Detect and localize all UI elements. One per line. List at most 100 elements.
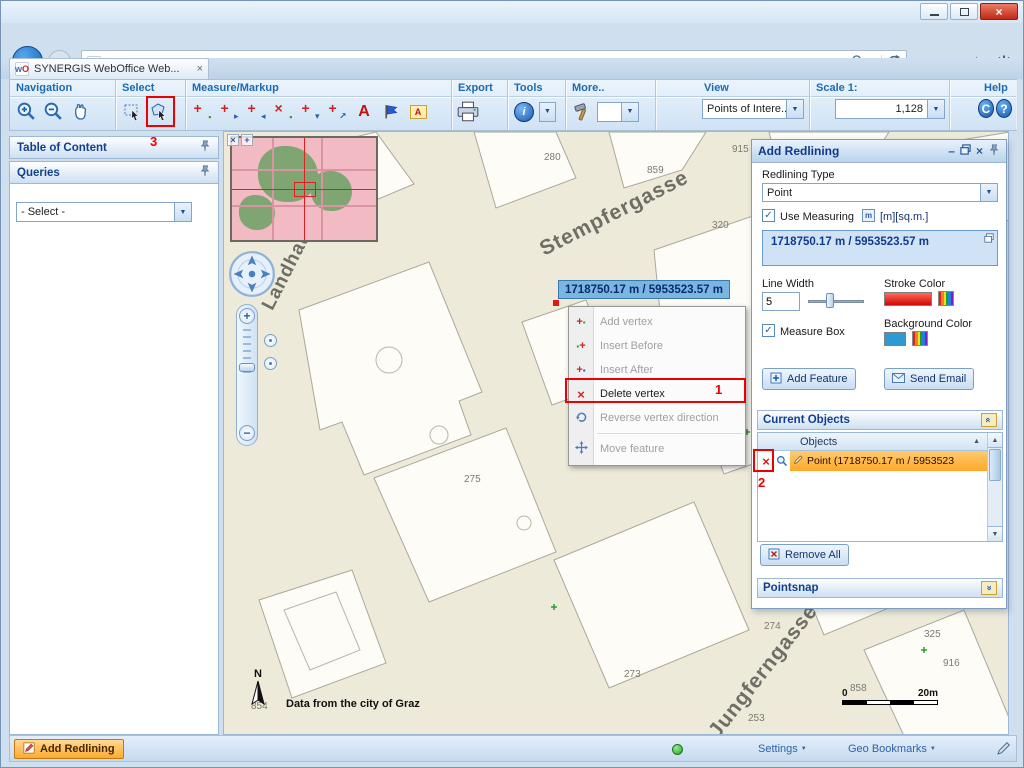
- panel-restore-icon[interactable]: [960, 144, 971, 158]
- insert-vertex-before-tool-button[interactable]: +▸: [217, 99, 241, 124]
- add-vertex-icon: +▪: [572, 316, 590, 328]
- scale-dropdown[interactable]: 1,128▼: [835, 99, 945, 119]
- context-menu-item-move-feature[interactable]: Move feature: [569, 437, 745, 461]
- tools-hammer-icon[interactable]: [570, 99, 594, 124]
- pin-icon[interactable]: [199, 165, 211, 180]
- query-select-dropdown[interactable]: - Select - ▼: [16, 202, 192, 222]
- redlining-type-dropdown[interactable]: Point ▼: [762, 183, 998, 202]
- panel-pin-icon[interactable]: [988, 144, 1000, 159]
- edit-pencil-icon[interactable]: [793, 454, 804, 468]
- overview-close-icon[interactable]: ×: [227, 134, 239, 146]
- queries-header[interactable]: Queries: [9, 161, 219, 184]
- pan-tool-button[interactable]: [68, 99, 92, 124]
- objects-table-header[interactable]: Objects ▲: [758, 433, 1002, 451]
- measure-box-checkbox[interactable]: ✓: [762, 324, 775, 337]
- zoom-slider-handle[interactable]: [239, 363, 255, 372]
- close-window-button[interactable]: ×: [980, 3, 1018, 20]
- geo-bookmarks-menu[interactable]: Geo Bookmarks▼: [848, 743, 936, 755]
- stroke-color-palette-icon[interactable]: [938, 291, 954, 306]
- move-vertex-tool-button[interactable]: +▾: [298, 99, 322, 124]
- more-tools-dropdown[interactable]: ▼: [597, 102, 639, 122]
- use-measuring-label: Use Measuring: [780, 211, 854, 223]
- object-row[interactable]: × Point (1718750.17 m / 5953523: [758, 451, 1002, 471]
- use-measuring-checkbox[interactable]: ✓: [762, 209, 775, 222]
- add-vertex-tool-button[interactable]: +▪: [190, 99, 214, 124]
- identify-tool-button[interactable]: i: [512, 99, 536, 124]
- annotation-number-1: 1: [715, 382, 722, 397]
- add-text-tool-button[interactable]: A: [352, 99, 376, 124]
- scroll-down-icon[interactable]: ▼: [988, 526, 1002, 541]
- title-bar[interactable]: ×: [1, 1, 1023, 23]
- overview-extent-box[interactable]: [294, 182, 316, 197]
- overview-map[interactable]: [230, 136, 378, 242]
- objects-scrollbar[interactable]: ▲ ▼: [987, 433, 1002, 541]
- collapse-section-icon[interactable]: «: [981, 413, 997, 427]
- tab-close-icon[interactable]: ×: [197, 63, 203, 75]
- sort-ascending-icon[interactable]: ▲: [973, 438, 980, 445]
- table-of-content-header[interactable]: Table of Content: [9, 136, 219, 159]
- send-email-button[interactable]: Send Email: [884, 368, 974, 390]
- label-tool-button[interactable]: A: [406, 99, 430, 124]
- flag-marker-tool-button[interactable]: [379, 99, 403, 124]
- zoom-preset-button[interactable]: [264, 357, 277, 370]
- scroll-up-icon[interactable]: ▲: [988, 433, 1002, 448]
- redlining-tool-icon: [23, 742, 35, 757]
- copy-icon[interactable]: [984, 233, 994, 246]
- queries-panel-body: - Select - ▼: [9, 184, 219, 735]
- pan-compass[interactable]: [228, 250, 276, 298]
- panel-minimize-icon[interactable]: –: [948, 144, 955, 158]
- edit-pencil-icon[interactable]: [996, 740, 1012, 759]
- tools-dropdown-button[interactable]: ▼: [539, 102, 556, 122]
- queries-label: Queries: [17, 167, 60, 179]
- context-menu-item-insert-before[interactable]: ▪+ Insert Before: [569, 334, 745, 358]
- slider-handle[interactable]: [826, 293, 834, 308]
- stroke-color-swatch[interactable]: [884, 292, 932, 306]
- panel-close-icon[interactable]: ×: [976, 144, 983, 158]
- line-width-input[interactable]: [762, 292, 800, 311]
- background-color-swatch[interactable]: [884, 332, 906, 346]
- expand-section-icon[interactable]: «: [981, 581, 997, 595]
- context-menu-item-reverse-vertex-direction[interactable]: Reverse vertex direction: [569, 406, 745, 430]
- browser-tab[interactable]: wO SYNERGIS WebOffice Web... ×: [9, 58, 209, 79]
- add-redlining-toggle-button[interactable]: Add Redlining: [14, 739, 124, 759]
- view-dropdown[interactable]: Points of Intere...▼: [702, 99, 804, 119]
- measuring-units-icon: m: [862, 209, 875, 222]
- print-button[interactable]: [456, 99, 480, 124]
- background-color-palette-icon[interactable]: [912, 331, 928, 346]
- current-objects-label: Current Objects: [763, 414, 850, 426]
- remove-all-button[interactable]: Remove All: [760, 544, 849, 566]
- line-width-slider[interactable]: [808, 292, 864, 310]
- zoom-preset-button[interactable]: [264, 334, 277, 347]
- zoom-out-button[interactable]: −: [239, 425, 255, 441]
- toolbar-group-view: View Points of Intere...▼: [698, 80, 810, 130]
- selected-vertex-marker[interactable]: [553, 300, 559, 306]
- pointsnap-header[interactable]: Pointsnap «: [757, 578, 1003, 598]
- panel-header[interactable]: Add Redlining – ×: [752, 140, 1006, 163]
- context-menu-item-add-vertex[interactable]: +▪ Add vertex: [569, 310, 745, 334]
- minimize-button[interactable]: [920, 3, 948, 20]
- maximize-button[interactable]: [950, 3, 978, 20]
- insert-vertex-after-tool-button[interactable]: +◂: [244, 99, 268, 124]
- zoom-in-button[interactable]: +: [239, 308, 255, 324]
- select-rectangle-tool-button[interactable]: [120, 99, 144, 124]
- redlining-type-value: Point: [763, 187, 980, 199]
- copyright-button[interactable]: C: [978, 99, 994, 118]
- zoom-out-tool-button[interactable]: [41, 99, 65, 124]
- overview-move-icon[interactable]: +: [241, 134, 253, 146]
- help-button[interactable]: ?: [996, 99, 1012, 118]
- zoom-in-tool-button[interactable]: [14, 99, 38, 124]
- query-select-value: - Select -: [17, 206, 174, 218]
- add-feature-button[interactable]: Add Feature: [762, 368, 856, 390]
- move-feature-tool-button[interactable]: +↗: [325, 99, 349, 124]
- context-menu-label: Insert After: [600, 364, 653, 376]
- current-objects-header[interactable]: Current Objects «: [757, 410, 1003, 430]
- insert-after-icon: +▪: [572, 364, 590, 376]
- delete-vertex-tool-button[interactable]: ×▪: [271, 99, 295, 124]
- zoom-slider[interactable]: + −: [236, 304, 258, 446]
- settings-menu[interactable]: Settings▼: [758, 743, 807, 755]
- scale-bar-max: 20m: [918, 688, 938, 699]
- object-item[interactable]: Point (1718750.17 m / 5953523: [790, 451, 987, 471]
- zoom-to-object-icon[interactable]: [774, 455, 790, 467]
- scrollbar-thumb[interactable]: [989, 449, 1001, 481]
- pin-icon[interactable]: [199, 140, 211, 155]
